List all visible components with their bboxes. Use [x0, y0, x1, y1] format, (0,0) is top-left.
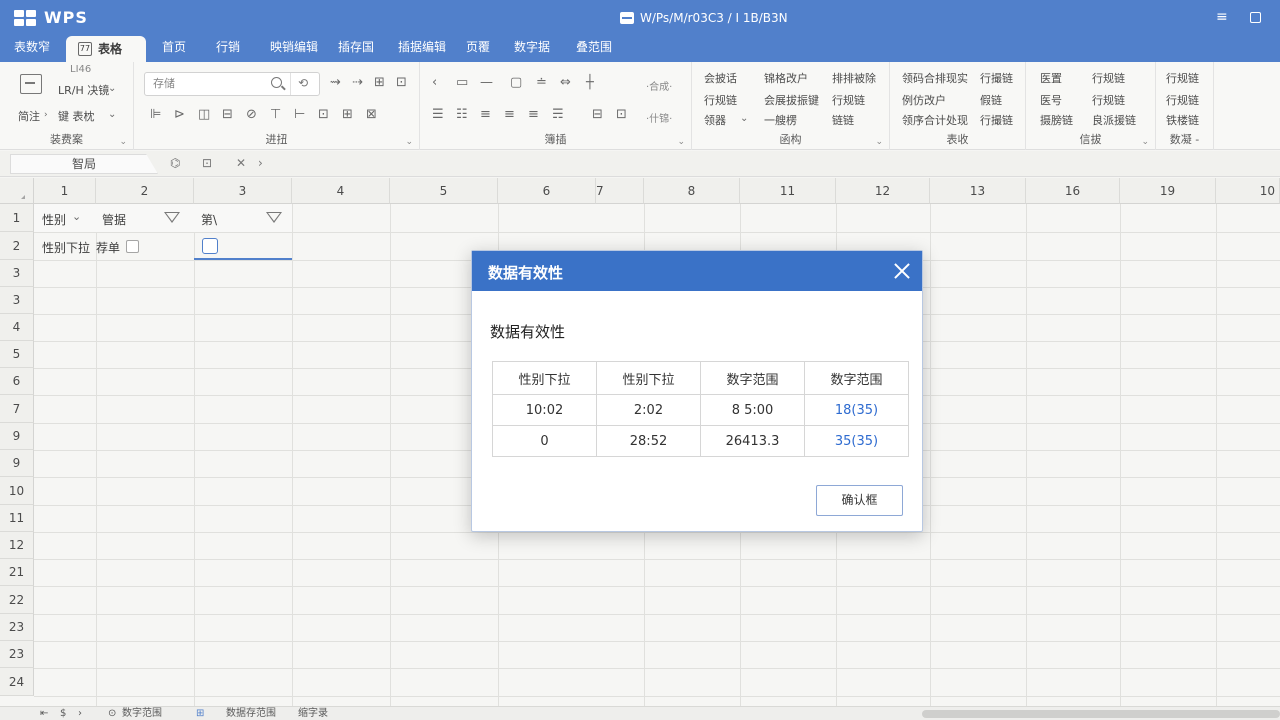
table-header-cell: 性别下拉 [596, 361, 701, 395]
dialog-title: 数据有效性 [488, 264, 564, 282]
table-header-cell: 性别下拉 [492, 361, 597, 395]
table-cell: 2:02 [596, 394, 701, 426]
table-link-cell[interactable]: 18(35) [804, 394, 909, 426]
table-link-cell[interactable]: 35(35) [804, 425, 909, 457]
table-cell: 8 5:00 [700, 394, 805, 426]
close-icon[interactable] [892, 261, 912, 281]
table-cell: 0 [492, 425, 597, 457]
confirm-button[interactable]: 确认框 [816, 485, 903, 516]
table-cell: 10:02 [492, 394, 597, 426]
table-row: 10:02 2:02 8 5:00 18(35) [492, 394, 909, 426]
table-cell: 28:52 [596, 425, 701, 457]
table-header-cell: 数字范围 [700, 361, 805, 395]
table-header-cell: 数字范围 [804, 361, 909, 395]
table-cell: 26413.3 [700, 425, 805, 457]
dialog-header: 数据有效性 [472, 251, 922, 291]
dialog-subtitle: 数据有效性 [490, 323, 566, 341]
data-validation-dialog: 数据有效性 数据有效性 性别下拉 性别下拉 数字范围 数字范围 10:02 2:… [471, 250, 923, 532]
validation-table: 性别下拉 性别下拉 数字范围 数字范围 10:02 2:02 8 5:00 18… [492, 361, 909, 457]
table-row: 0 28:52 26413.3 35(35) [492, 425, 909, 457]
table-header-row: 性别下拉 性别下拉 数字范围 数字范围 [492, 361, 909, 395]
